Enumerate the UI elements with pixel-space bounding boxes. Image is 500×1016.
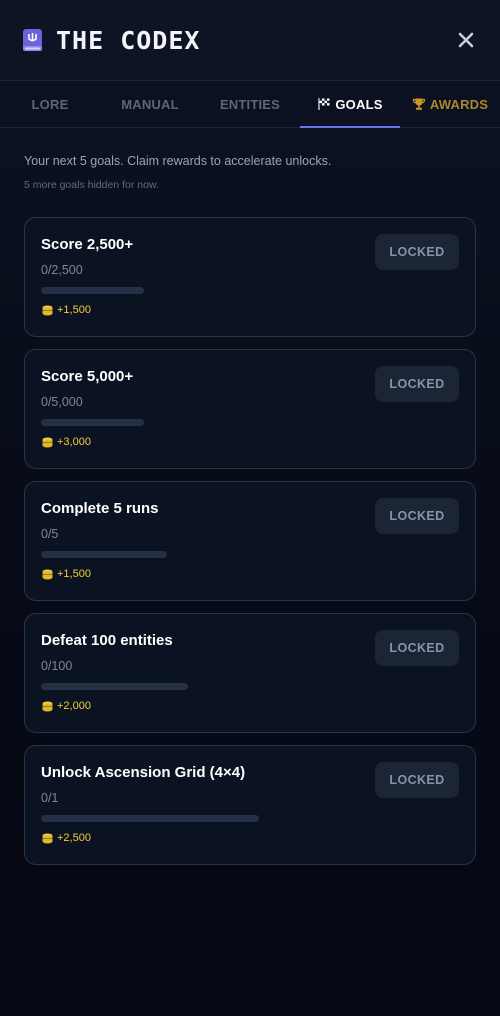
tab-bar: LORE MANUAL ENTITIES GOALS AWARDS	[0, 81, 500, 128]
goal-reward-amount: +2,000	[57, 700, 91, 712]
goal-progress-bar	[41, 287, 144, 294]
locked-button[interactable]: LOCKED	[375, 498, 459, 534]
goal-progress-bar	[41, 419, 144, 426]
goal-reward: +3,000	[41, 436, 459, 448]
tab-label: LORE	[31, 96, 69, 112]
goal-list: Score 2,500+ 0/2,500 +1,500 LOCKED Score…	[0, 191, 500, 865]
tab-goals[interactable]: GOALS	[300, 81, 400, 128]
close-icon	[458, 32, 474, 48]
tab-label: ENTITIES	[219, 96, 281, 112]
hidden-goals-note: 5 more goals hidden for now.	[24, 179, 159, 191]
goals-intro: Your next 5 goals. Claim rewards to acce…	[0, 128, 500, 191]
tab-lore[interactable]: LORE	[0, 81, 100, 127]
app-header: THE CODEX	[0, 0, 500, 81]
tab-entities[interactable]: ENTITIES	[200, 81, 300, 127]
tab-label: GOALS	[335, 96, 383, 112]
goal-reward: +1,500	[41, 304, 459, 316]
codex-book-icon	[22, 28, 44, 52]
coin-stack-icon	[41, 569, 54, 580]
coin-stack-icon	[41, 833, 54, 844]
goal-reward-amount: +1,500	[57, 568, 91, 580]
goal-progress-bar	[41, 683, 188, 690]
app-title: THE CODEX	[56, 25, 201, 55]
tab-label: MANUAL	[121, 96, 179, 112]
goal-reward: +1,500	[41, 568, 459, 580]
goal-reward-amount: +2,500	[57, 832, 91, 844]
goal-reward-amount: +3,000	[57, 436, 91, 448]
goal-card: Unlock Ascension Grid (4×4) 0/1 +2,500 L…	[24, 745, 476, 865]
goal-card: Complete 5 runs 0/5 +1,500 LOCKED	[24, 481, 476, 601]
trophy-icon	[412, 97, 426, 111]
locked-button[interactable]: LOCKED	[375, 366, 459, 402]
close-button[interactable]	[454, 28, 478, 52]
checkered-flag-icon	[317, 97, 331, 111]
goal-card: Score 5,000+ 0/5,000 +3,000 LOCKED	[24, 349, 476, 469]
locked-button[interactable]: LOCKED	[375, 234, 459, 270]
locked-button[interactable]: LOCKED	[375, 762, 459, 798]
intro-text: Your next 5 goals. Claim rewards to acce…	[24, 154, 332, 168]
goal-card: Defeat 100 entities 0/100 +2,000 LOCKED	[24, 613, 476, 733]
goal-card: Score 2,500+ 0/2,500 +1,500 LOCKED	[24, 217, 476, 337]
tab-manual[interactable]: MANUAL	[100, 81, 200, 127]
goal-progress-bar	[41, 815, 259, 822]
goal-progress-bar	[41, 551, 167, 558]
tab-label: AWARDS	[429, 96, 489, 112]
goal-reward: +2,000	[41, 700, 459, 712]
coin-stack-icon	[41, 437, 54, 448]
tab-awards[interactable]: AWARDS	[400, 81, 500, 127]
locked-button[interactable]: LOCKED	[375, 630, 459, 666]
goal-reward: +2,500	[41, 832, 459, 844]
coin-stack-icon	[41, 701, 54, 712]
goal-reward-amount: +1,500	[57, 304, 91, 316]
coin-stack-icon	[41, 305, 54, 316]
